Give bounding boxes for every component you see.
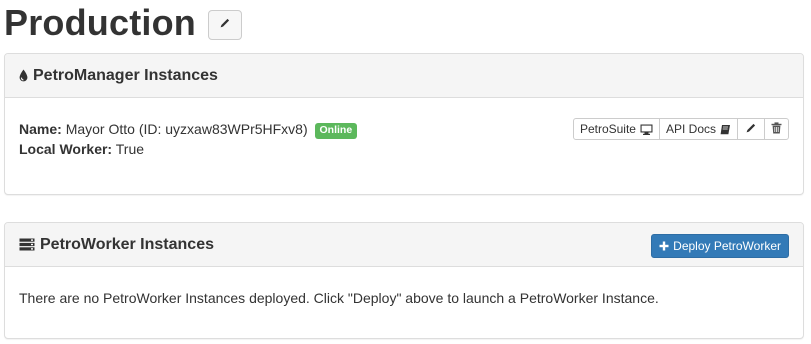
delete-instance-button[interactable] — [764, 118, 789, 140]
petroworker-panel-body: There are no PetroWorker Instances deplo… — [5, 267, 803, 308]
petroworker-panel: PetroWorker Instances Deploy PetroWorker… — [4, 222, 804, 339]
petromanager-panel-title: PetroManager Instances — [33, 66, 218, 84]
petromanager-panel-heading: PetroManager Instances — [5, 54, 803, 98]
status-badge: Online — [314, 123, 358, 139]
plus-icon — [659, 241, 669, 251]
local-worker-label: Local Worker: — [19, 141, 113, 157]
page: Production PetroManager Instances Name: … — [0, 0, 811, 344]
petroworker-panel-title: PetroWorker Instances — [40, 235, 214, 253]
empty-state-message: There are no PetroWorker Instances deplo… — [19, 290, 659, 306]
petrosuite-label: PetroSuite — [579, 122, 636, 136]
edit-title-button[interactable] — [207, 10, 242, 40]
edit-instance-button[interactable] — [737, 118, 765, 140]
name-label: Name: — [19, 121, 62, 137]
local-worker-line: Local Worker: True — [19, 139, 789, 159]
book-icon — [720, 124, 731, 135]
tint-drop-icon — [19, 69, 28, 82]
api-docs-button[interactable]: API Docs — [658, 118, 738, 140]
petrosuite-button[interactable]: PetroSuite — [572, 118, 660, 140]
instance-name-value: Mayor Otto (ID: uyzxaw83WPr5HFxv8) — [65, 121, 308, 137]
pencil-icon — [219, 16, 231, 34]
pencil-icon — [745, 122, 757, 137]
page-header: Production — [4, 0, 242, 46]
petroworker-panel-heading: PetroWorker Instances Deploy PetroWorker — [5, 223, 803, 267]
instance-actions: PetroSuite API Docs — [572, 118, 789, 140]
petromanager-panel-body: Name: Mayor Otto (ID: uyzxaw83WPr5HFxv8)… — [5, 98, 803, 159]
monitor-icon — [640, 124, 653, 135]
page-title: Production — [4, 2, 196, 43]
server-list-icon — [19, 238, 35, 251]
trash-icon — [771, 121, 782, 137]
deploy-button-label: Deploy PetroWorker — [673, 239, 781, 253]
petromanager-panel: PetroManager Instances Name: Mayor Otto … — [4, 53, 804, 195]
local-worker-value: True — [115, 141, 145, 157]
api-docs-label: API Docs — [665, 122, 716, 136]
deploy-petroworker-button[interactable]: Deploy PetroWorker — [651, 234, 789, 258]
